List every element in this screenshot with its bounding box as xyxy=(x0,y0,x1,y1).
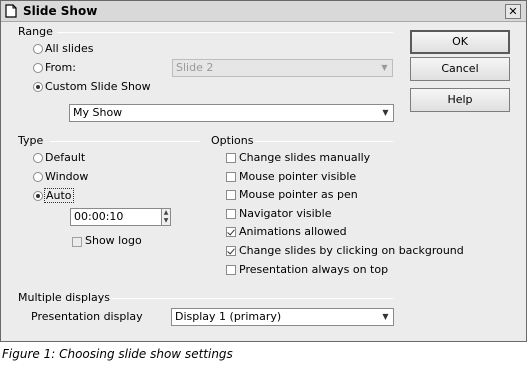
auto-radio[interactable] xyxy=(33,191,43,201)
default-label: Default xyxy=(45,151,86,164)
navigator-visible-checkbox[interactable] xyxy=(226,209,236,219)
change-slides-manually-checkbox[interactable] xyxy=(226,153,236,163)
navigator-visible-label: Navigator visible xyxy=(239,207,332,220)
custom-slide-show-radio[interactable] xyxy=(33,82,43,92)
multiple-displays-divider xyxy=(109,298,393,299)
spin-down-icon[interactable]: ▼ xyxy=(162,217,170,225)
mouse-pointer-visible-label: Mouse pointer visible xyxy=(239,170,357,183)
from-radio[interactable] xyxy=(33,63,43,73)
change-slides-by-clicking-checkbox[interactable] xyxy=(226,246,236,256)
animations-allowed-checkbox[interactable] xyxy=(226,227,236,237)
ok-button[interactable]: OK xyxy=(410,30,510,54)
range-divider xyxy=(57,32,393,33)
presentation-display-value: Display 1 (primary) xyxy=(175,310,282,323)
document-icon xyxy=(5,4,17,18)
show-logo-checkbox[interactable] xyxy=(72,237,82,247)
multiple-displays-section-label: Multiple displays xyxy=(18,291,110,304)
chevron-down-icon: ▼ xyxy=(382,312,389,321)
help-button[interactable]: Help xyxy=(410,88,510,112)
type-section-label: Type xyxy=(18,134,44,147)
from-slide-value: Slide 2 xyxy=(176,61,214,74)
change-slides-by-clicking-label: Change slides by clicking on background xyxy=(239,244,464,257)
auto-label: Auto xyxy=(44,188,74,203)
custom-show-value: My Show xyxy=(73,106,123,119)
default-radio[interactable] xyxy=(33,153,43,163)
options-section-label: Options xyxy=(211,134,254,147)
animations-allowed-label: Animations allowed xyxy=(239,225,347,238)
change-slides-manually-label: Change slides manually xyxy=(239,151,371,164)
from-slide-select[interactable]: Slide 2 ▼ xyxy=(172,59,393,77)
pause-duration-spinner[interactable]: ▲ ▼ xyxy=(161,208,171,226)
chevron-down-icon: ▼ xyxy=(382,108,389,117)
presentation-display-select[interactable]: Display 1 (primary) ▼ xyxy=(171,308,394,326)
window-label: Window xyxy=(45,170,89,183)
mouse-pointer-as-pen-label: Mouse pointer as pen xyxy=(239,188,358,201)
pause-duration-field[interactable]: 00:00:10 xyxy=(70,208,162,226)
custom-slide-show-label: Custom Slide Show xyxy=(45,80,151,93)
range-section-label: Range xyxy=(18,25,53,38)
show-logo-label: Show logo xyxy=(85,234,142,247)
presentation-always-on-top-label: Presentation always on top xyxy=(239,263,389,276)
all-slides-label: All slides xyxy=(45,42,94,55)
figure-caption: Figure 1: Choosing slide show settings xyxy=(2,347,233,361)
cancel-button[interactable]: Cancel xyxy=(410,57,510,81)
window-title: Slide Show xyxy=(23,4,98,18)
presentation-display-label: Presentation display xyxy=(31,310,143,323)
pause-duration-value: 00:00:10 xyxy=(74,210,124,223)
mouse-pointer-as-pen-checkbox[interactable] xyxy=(226,190,236,200)
spin-up-icon[interactable]: ▲ xyxy=(162,209,170,217)
options-divider xyxy=(255,141,393,142)
window-radio[interactable] xyxy=(33,172,43,182)
close-icon[interactable]: ✕ xyxy=(505,4,521,19)
custom-show-select[interactable]: My Show ▼ xyxy=(69,104,394,122)
slide-show-dialog: Slide Show ✕ Range All slides From: Slid… xyxy=(0,0,527,342)
type-divider xyxy=(50,141,200,142)
mouse-pointer-visible-checkbox[interactable] xyxy=(226,172,236,182)
from-label: From: xyxy=(45,61,76,74)
title-bar: Slide Show ✕ xyxy=(1,1,526,22)
chevron-down-icon: ▼ xyxy=(381,63,388,72)
all-slides-radio[interactable] xyxy=(33,44,43,54)
presentation-always-on-top-checkbox[interactable] xyxy=(226,265,236,275)
